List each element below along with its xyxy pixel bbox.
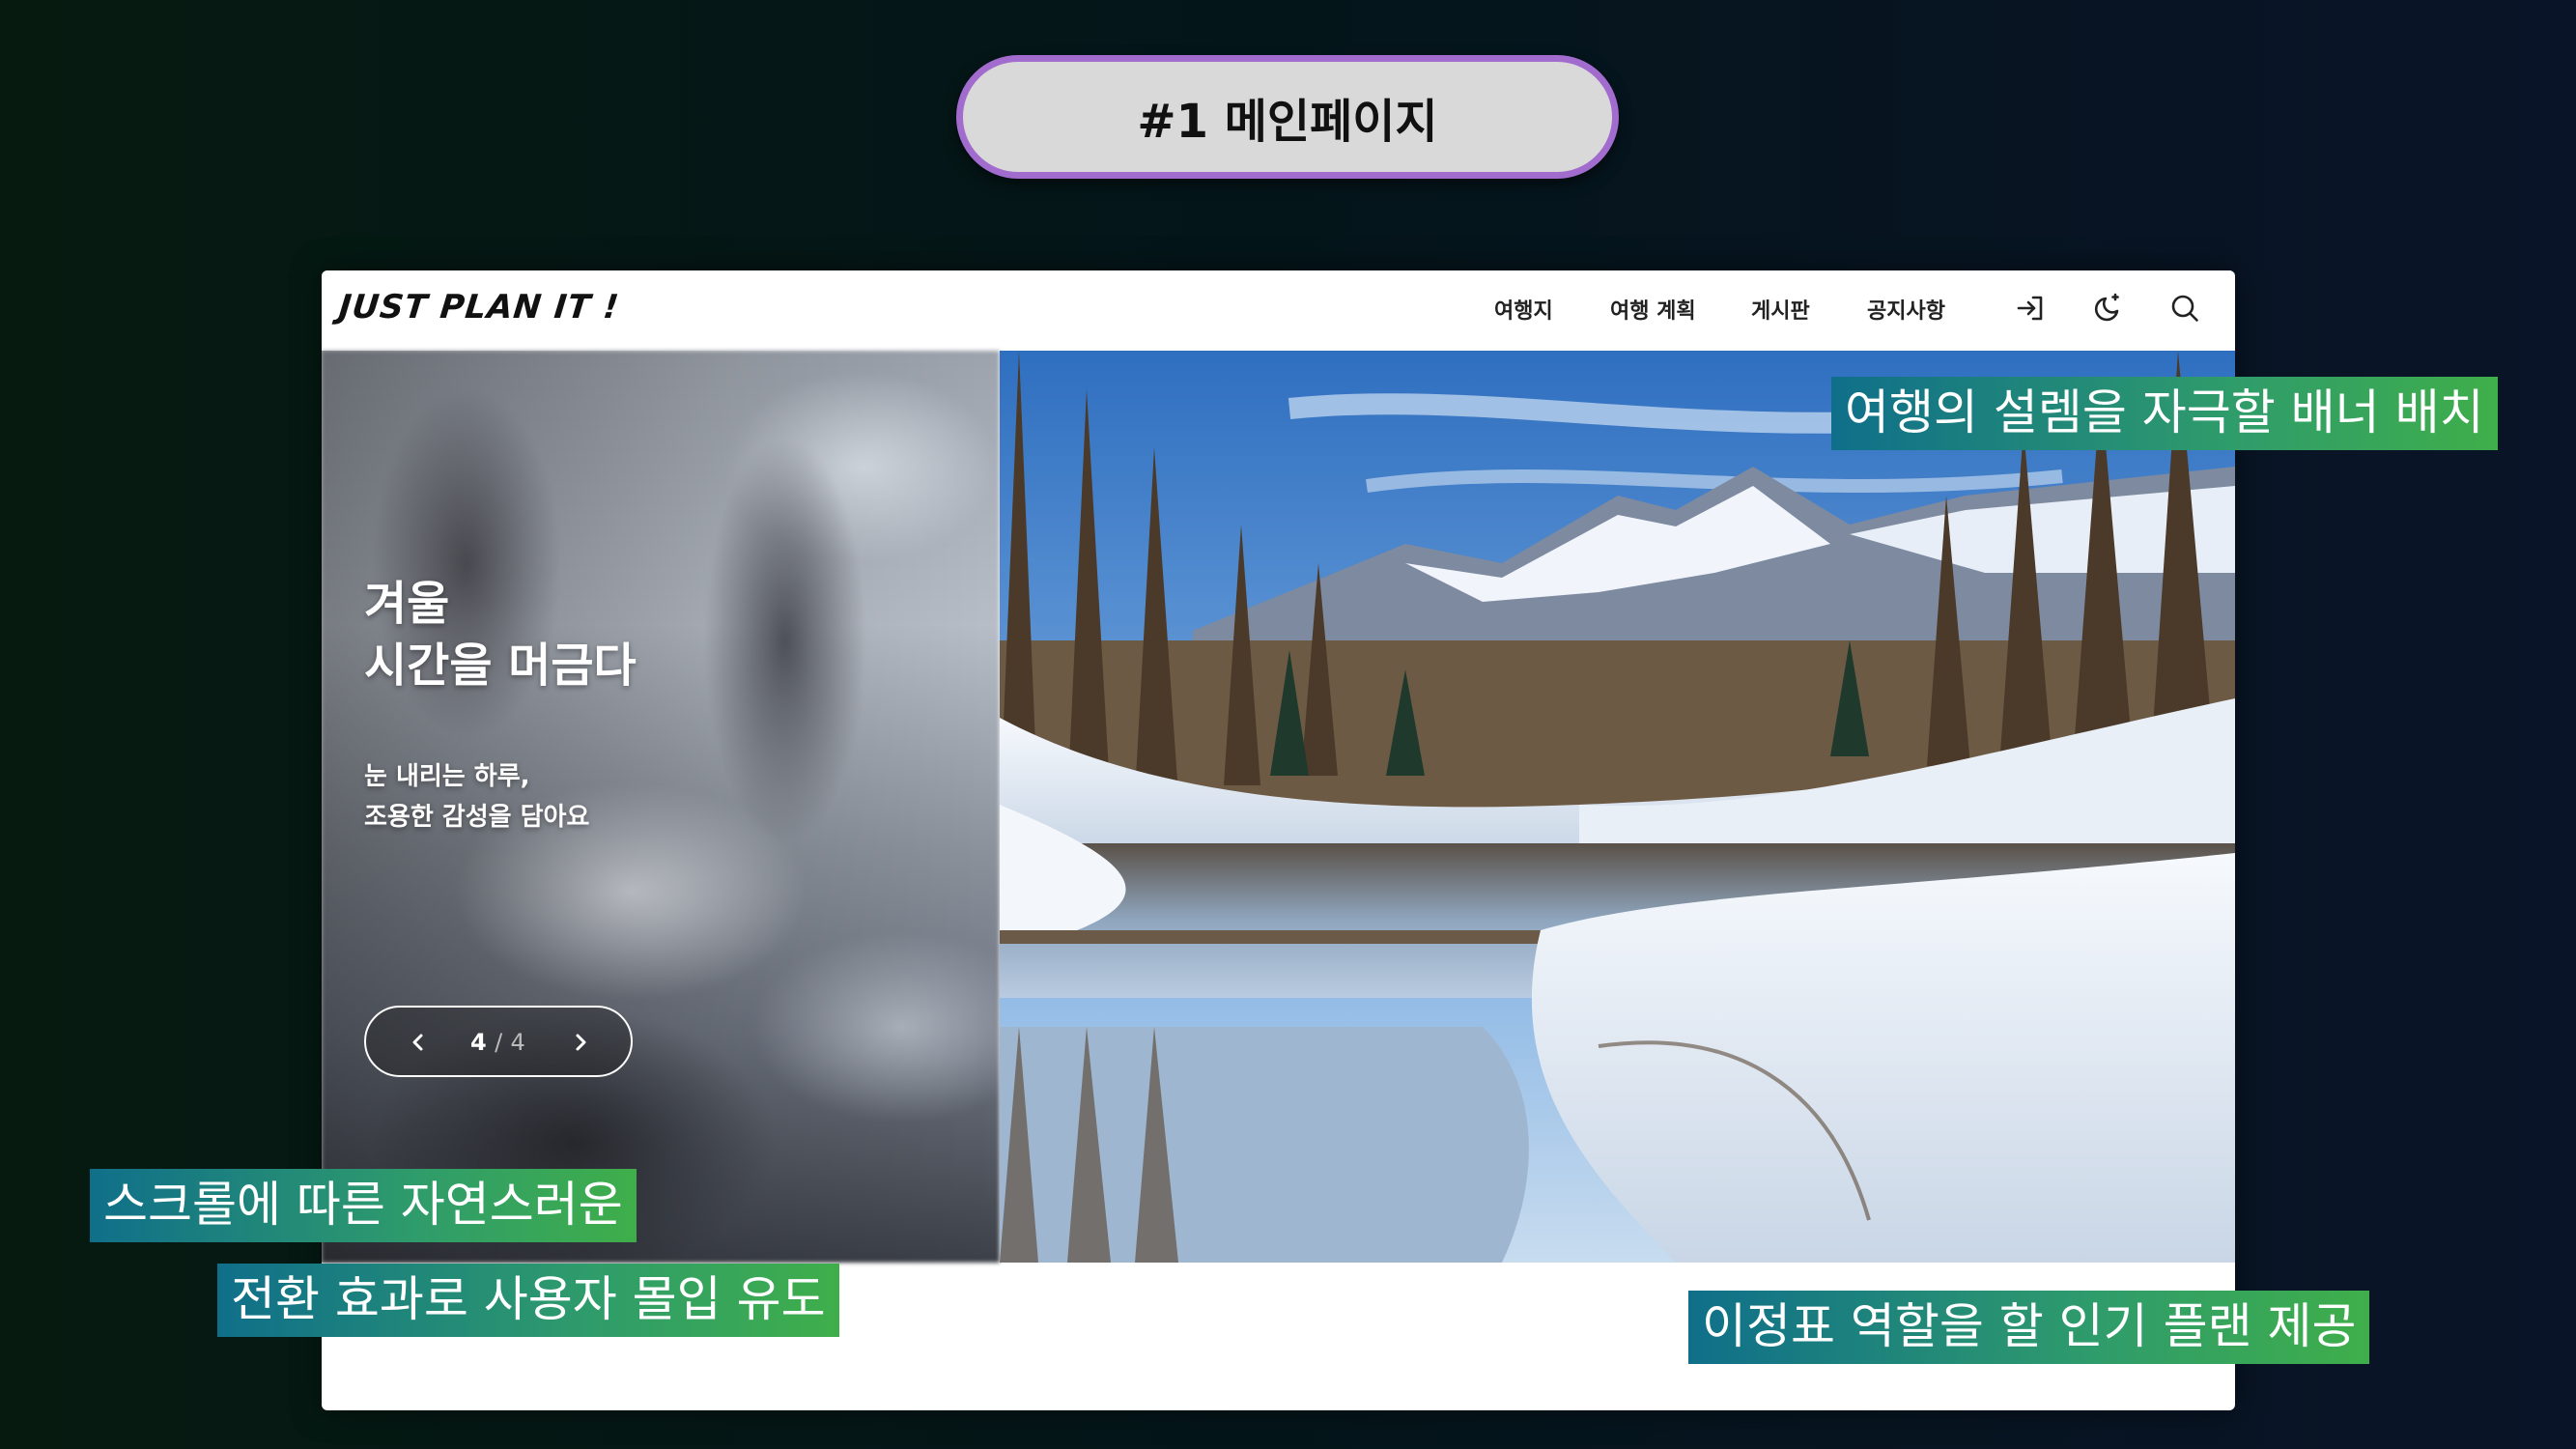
callout-plans: 이정표 역할을 할 인기 플랜 제공 [1688,1291,2370,1364]
callout-scroll-line1: 스크롤에 따른 자연스러운 [90,1169,637,1242]
dark-mode-icon[interactable] [2085,286,2130,330]
search-icon[interactable] [2163,286,2207,330]
hero-banner: 겨울 시간을 머금다 눈 내리는 하루, 조용한 감성을 담아요 4 / 4 [322,351,2235,1263]
winter-lake-image [1000,351,2235,1263]
nav-notice[interactable]: 공지사항 [1867,294,1945,325]
nav-board[interactable]: 게시판 [1751,294,1810,325]
site-logo[interactable]: JUST PLAN IT ! [337,288,621,327]
slide-title: #1 메인페이지 [956,55,1619,179]
callout-banner: 여행의 설렘을 자극할 배너 배치 [1831,377,2498,450]
site-header: JUST PLAN IT ! 여행지 여행 계획 게시판 공지사항 [322,270,2235,351]
chevron-right-icon[interactable] [559,1021,602,1064]
nav-travel-plan[interactable]: 여행 계획 [1610,294,1696,325]
hero-subtitle: 눈 내리는 하루, 조용한 감성을 담아요 [364,762,590,832]
login-icon[interactable] [2008,286,2052,330]
hero-title: 겨울 시간을 머금다 [364,577,637,693]
callout-scroll-line2: 전환 효과로 사용자 몰입 유도 [217,1264,839,1337]
chevron-left-icon[interactable] [397,1021,439,1064]
slide-counter: 4 / 4 [470,1029,525,1056]
slide-pager: 4 / 4 [364,1006,633,1077]
nav-destinations[interactable]: 여행지 [1494,294,1553,325]
